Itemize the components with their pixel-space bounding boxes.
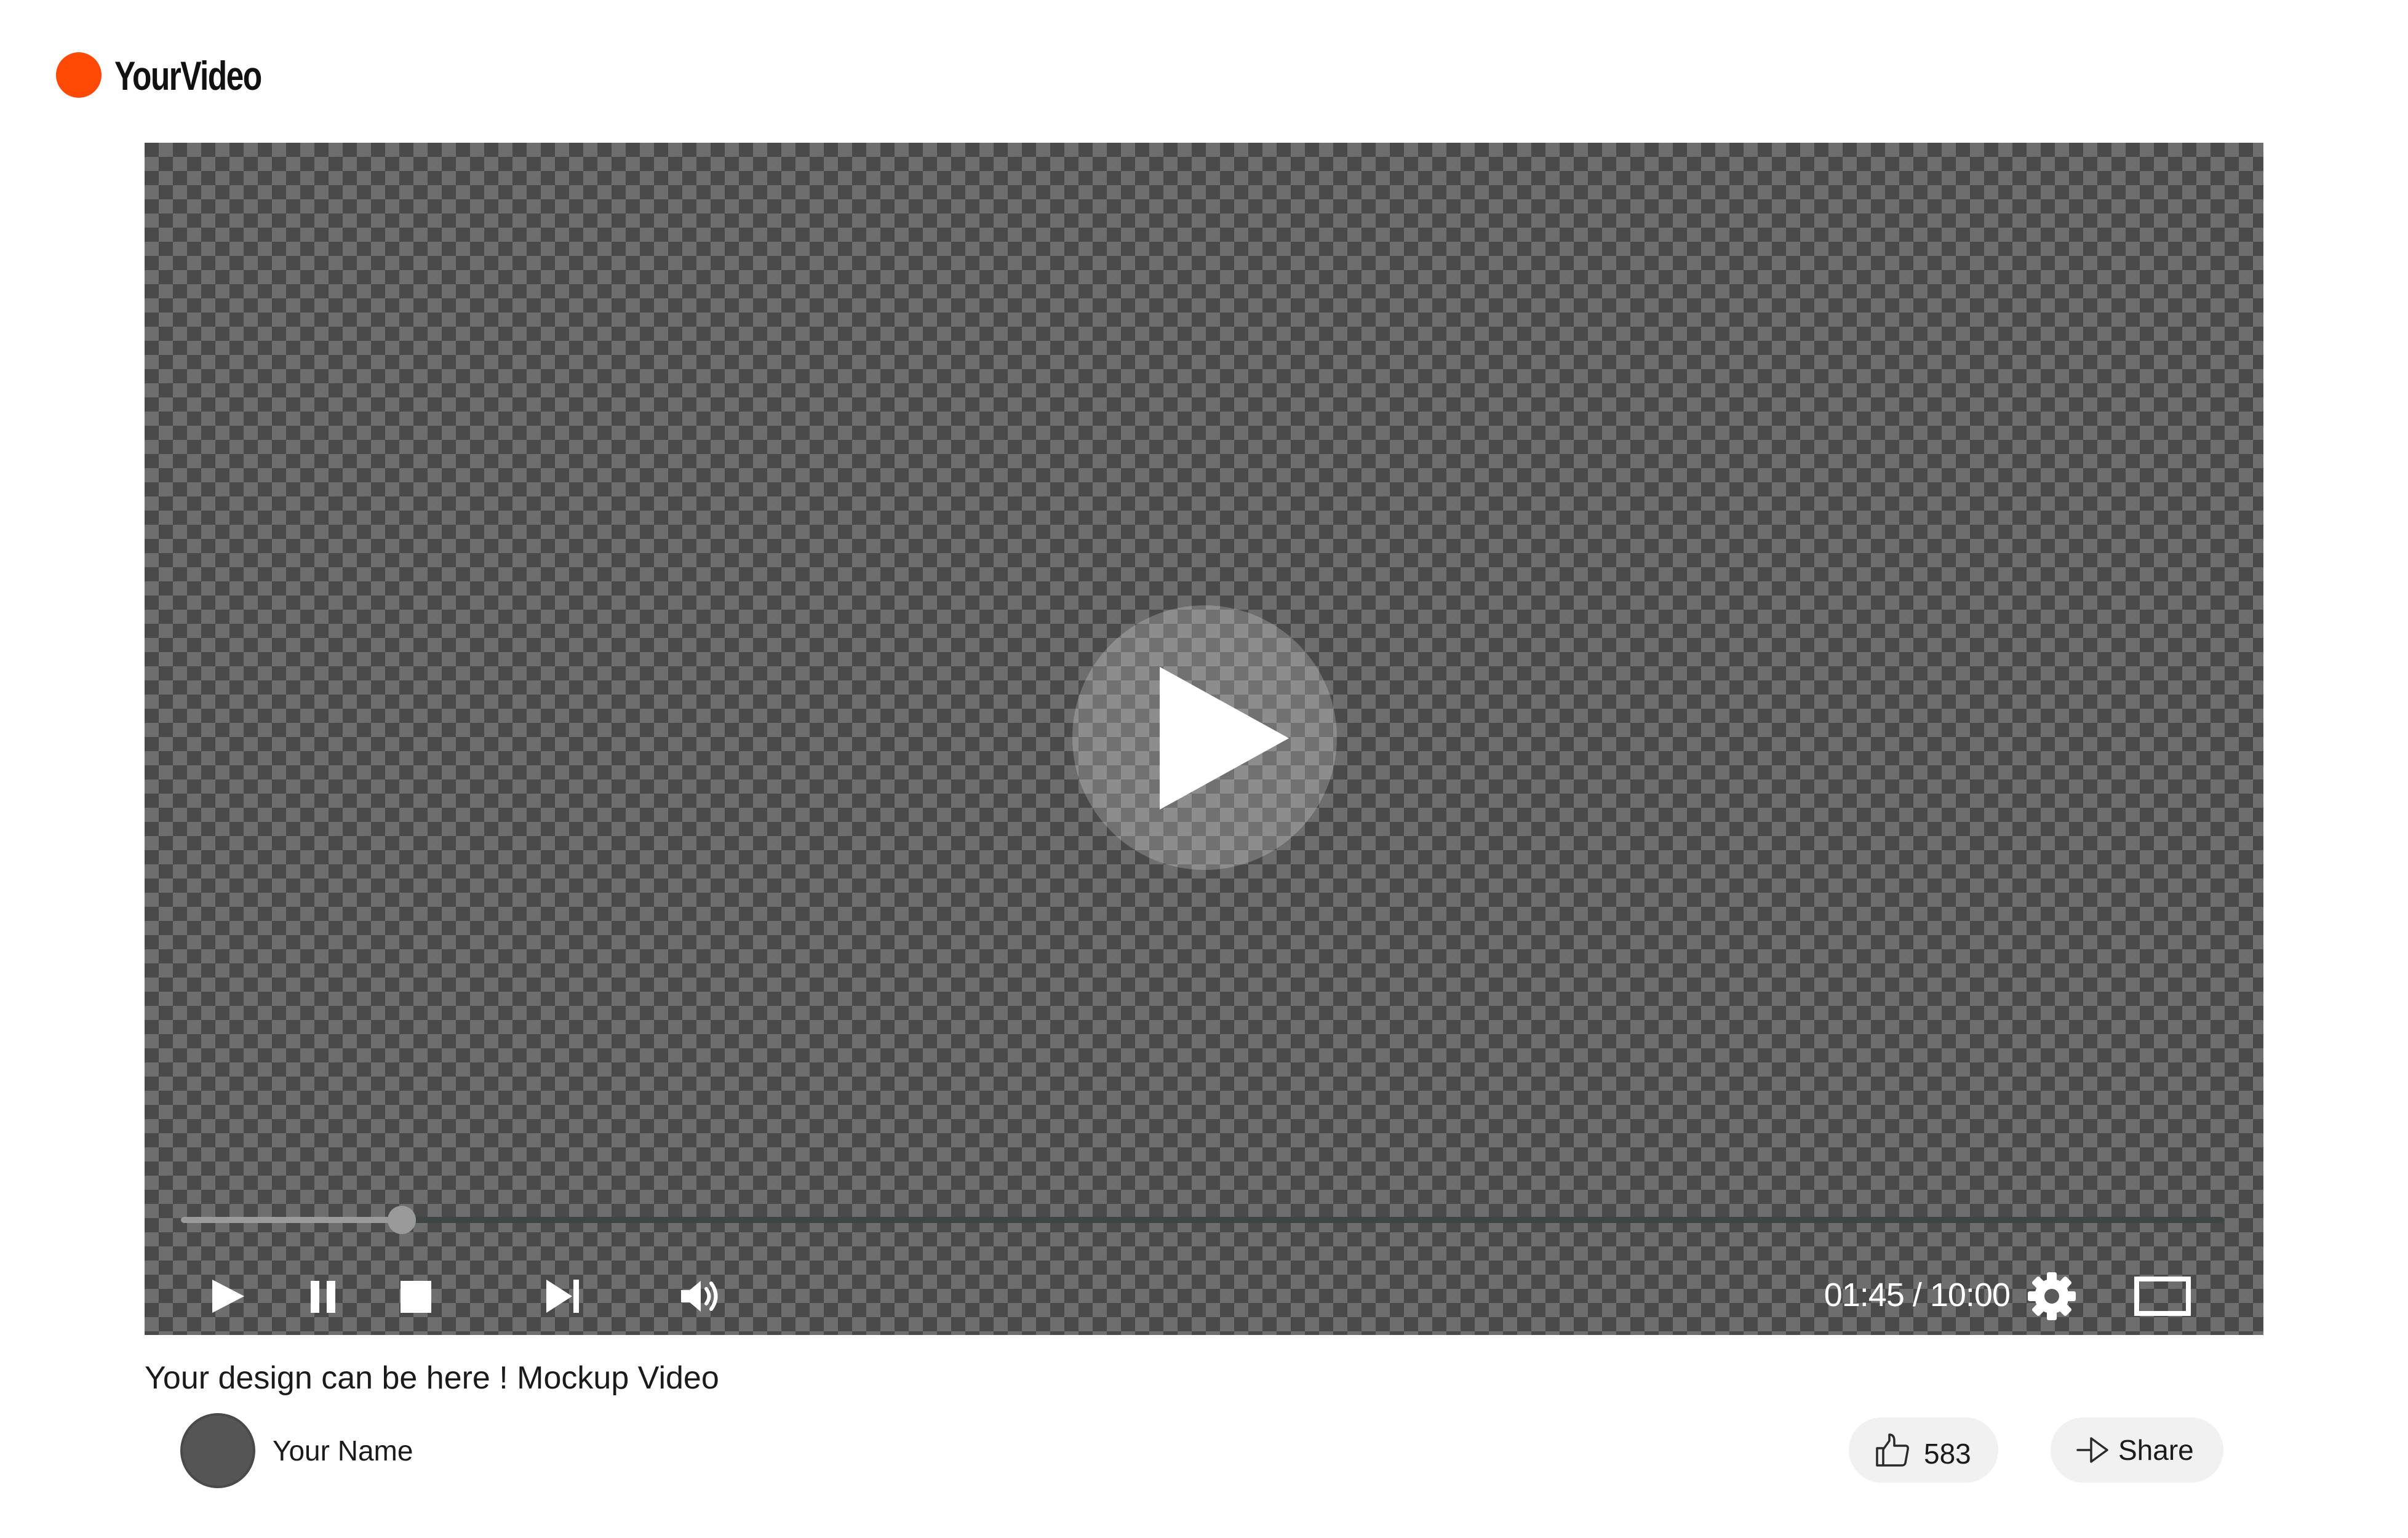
share-label: Share [2118, 1434, 2194, 1466]
video-player[interactable]: 01:45 / 10:00 [145, 143, 2263, 1335]
pause-icon [311, 1281, 335, 1313]
skip-next-icon [546, 1280, 579, 1313]
time-display: 01:45 / 10:00 [1824, 1277, 2011, 1313]
brand-logo-icon[interactable] [56, 52, 102, 98]
fullscreen-icon [2134, 1277, 2191, 1316]
volume-icon [681, 1281, 718, 1312]
next-button[interactable] [541, 1269, 584, 1324]
like-count: 583 [1924, 1438, 1971, 1470]
like-button[interactable]: 583 [1849, 1417, 1998, 1483]
brand-name[interactable]: YourVideo [114, 49, 262, 102]
share-arrow-icon [2075, 1432, 2111, 1468]
play-icon [1160, 667, 1289, 810]
center-play-button[interactable] [1072, 605, 1337, 870]
share-button[interactable]: Share [2051, 1417, 2223, 1483]
volume-button[interactable] [677, 1269, 727, 1324]
fullscreen-button[interactable] [2132, 1269, 2193, 1324]
stop-button[interactable] [397, 1269, 434, 1324]
channel-name[interactable]: Your Name [273, 1429, 413, 1472]
video-title: Your design can be here ! Mockup Video [145, 1360, 719, 1396]
progress-fill [181, 1217, 402, 1223]
play-button[interactable] [206, 1269, 249, 1324]
channel-avatar[interactable] [180, 1413, 255, 1488]
play-icon [212, 1280, 244, 1313]
settings-button[interactable] [2024, 1269, 2079, 1324]
gear-icon [2028, 1272, 2076, 1320]
thumbs-up-icon [1875, 1432, 1910, 1468]
pause-button[interactable] [305, 1269, 341, 1324]
stop-icon [401, 1281, 431, 1313]
progress-handle[interactable] [387, 1206, 416, 1234]
progress-bar[interactable] [181, 1206, 2224, 1234]
